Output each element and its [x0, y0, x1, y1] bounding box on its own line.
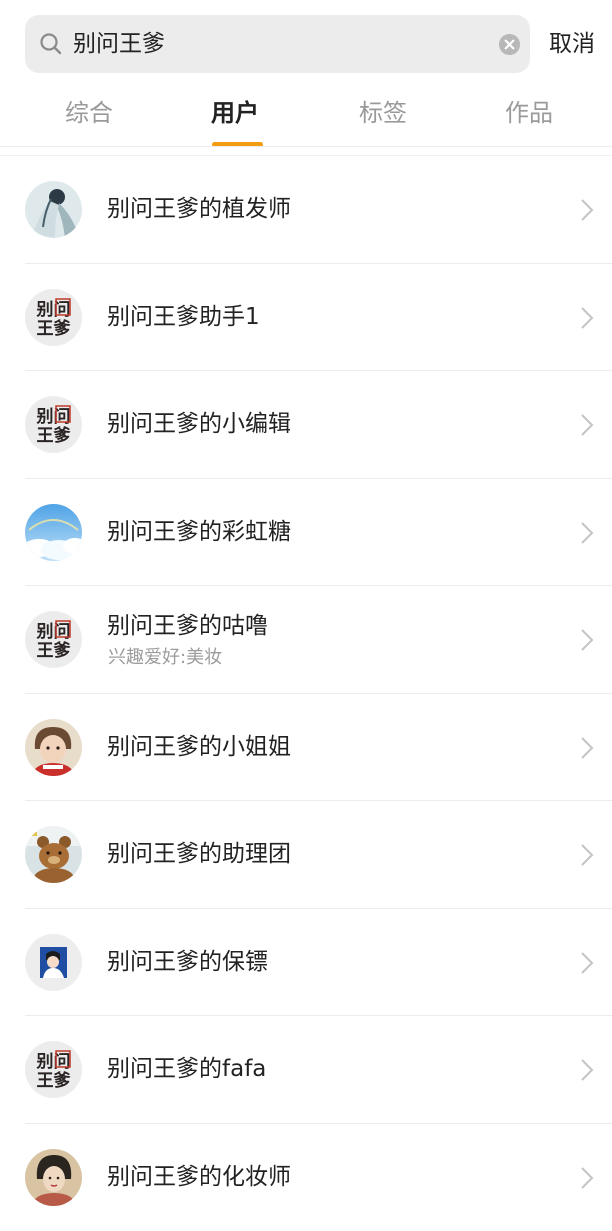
user-name: 别问王爹的彩虹糖 [107, 479, 291, 587]
chevron-right-icon [578, 411, 596, 439]
user-subtitle: 兴趣爱好:美妆 [108, 646, 222, 670]
search-bar: 别问王爹 取消 [0, 0, 612, 88]
logo-avatar-text: 别问 [36, 1051, 71, 1072]
tab-all[interactable]: 综合 [16, 88, 162, 146]
user-name: 别问王爹的保镖 [107, 909, 268, 1017]
user-row[interactable]: 别问 王爹 别问王爹的fafa [0, 1016, 612, 1124]
logo-avatar: 别问 王爹 [25, 611, 82, 668]
search-tabs: 综合 用户 标签 作品 [0, 88, 612, 146]
user-name: 别问王爹的化妆师 [107, 1124, 291, 1231]
user-name: 别问王爹的小编辑 [107, 371, 291, 479]
user-row[interactable]: 别问 王爹 别问王爹的咕噜 兴趣爱好:美妆 [0, 586, 612, 694]
user-row[interactable]: 别问 王爹 别问王爹助手1 [0, 264, 612, 372]
chevron-right-icon [578, 626, 596, 654]
teddy-bear-avatar [25, 826, 82, 883]
tabs-divider [0, 146, 612, 147]
chevron-right-icon [578, 949, 596, 977]
painting-avatar [25, 1149, 82, 1206]
logo-avatar-text: 别问 [36, 406, 71, 427]
logo-avatar-text: 王爹 [37, 425, 72, 446]
logo-avatar-text: 王爹 [37, 318, 72, 339]
user-row[interactable]: 别问 王爹 别问王爹的小编辑 [0, 371, 612, 479]
user-name: 别问王爹的小姐姐 [107, 694, 291, 802]
clear-icon[interactable] [498, 33, 521, 56]
cartoon-boy-avatar [25, 934, 82, 991]
user-row[interactable]: 别问王爹的小姐姐 [0, 694, 612, 802]
logo-avatar: 别问 王爹 [25, 1041, 82, 1098]
anime-girl-avatar [25, 181, 82, 238]
user-name: 别问王爹的fafa [107, 1016, 266, 1124]
cancel-button[interactable]: 取消 [549, 15, 595, 73]
sky-rainbow-avatar [25, 504, 82, 561]
user-list: 别问王爹的植发师 别问 王爹 别问王爹助手1 别问 王爹 [0, 156, 612, 1231]
chevron-right-icon [578, 841, 596, 869]
search-input[interactable]: 别问王爹 [73, 15, 165, 73]
search-icon [39, 32, 63, 56]
user-name: 别问王爹助手1 [107, 264, 260, 372]
tab-tags[interactable]: 标签 [310, 88, 456, 146]
user-row[interactable]: 别问王爹的彩虹糖 [0, 479, 612, 587]
chevron-right-icon [578, 196, 596, 224]
chevron-right-icon [578, 519, 596, 547]
search-box[interactable]: 别问王爹 [25, 15, 530, 73]
logo-avatar-text: 王爹 [37, 1070, 72, 1091]
logo-avatar: 别问 王爹 [25, 396, 82, 453]
user-name: 别问王爹的咕噜 [107, 608, 268, 644]
logo-avatar-text: 别问 [36, 621, 71, 642]
child-photo-avatar [25, 719, 82, 776]
logo-avatar-text: 别问 [36, 299, 71, 320]
user-row[interactable]: 别问王爹的保镖 [0, 909, 612, 1017]
logo-avatar: 别问 王爹 [25, 289, 82, 346]
user-name: 别问王爹的助理团 [107, 801, 291, 909]
chevron-right-icon [578, 734, 596, 762]
user-row[interactable]: 别问王爹的化妆师 [0, 1124, 612, 1231]
chevron-right-icon [578, 1056, 596, 1084]
user-row[interactable]: 别问王爹的助理团 [0, 801, 612, 909]
chevron-right-icon [578, 1164, 596, 1192]
tab-users[interactable]: 用户 [162, 88, 308, 146]
logo-avatar-text: 王爹 [37, 640, 72, 661]
user-name: 别问王爹的植发师 [107, 156, 291, 264]
tab-works[interactable]: 作品 [456, 88, 602, 146]
chevron-right-icon [578, 304, 596, 332]
user-row[interactable]: 别问王爹的植发师 [0, 156, 612, 264]
